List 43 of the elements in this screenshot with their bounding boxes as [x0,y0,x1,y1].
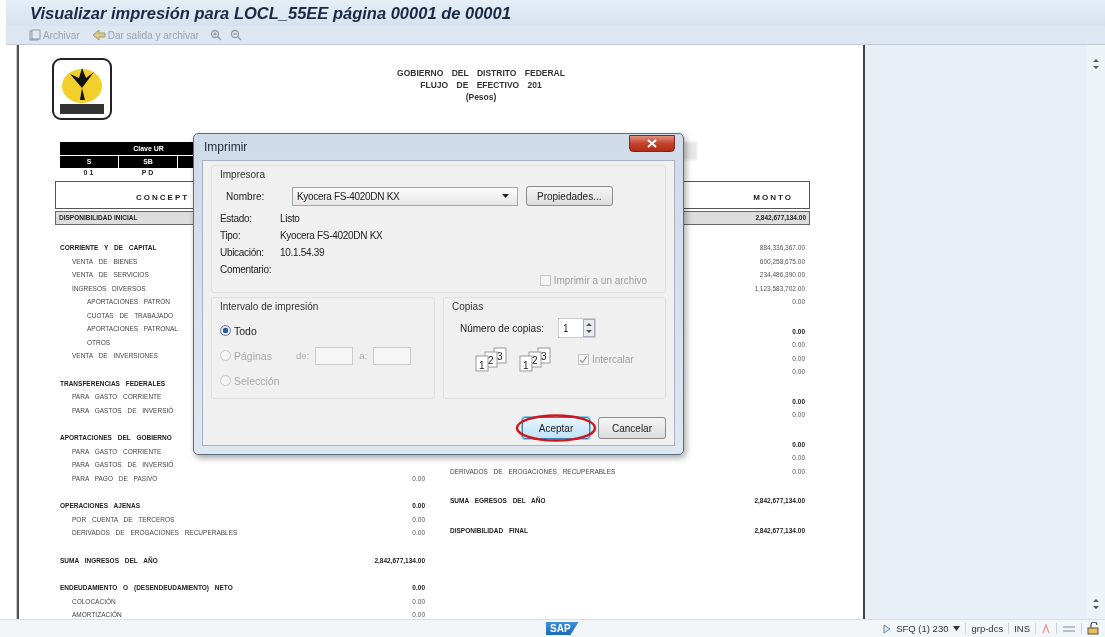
field-label: de: [296,350,310,361]
printer-dropdown[interactable]: Kyocera FS-4020DN KX [292,186,518,206]
emblem-logo-icon [52,58,112,120]
copies-spinner[interactable]: 1 [557,318,596,338]
group-label: Copias [452,301,485,312]
page-to-field[interactable] [373,346,412,365]
column-header: CONCEPT [136,193,190,202]
group-label: Impresora [220,169,266,180]
documents-icon [29,29,41,41]
field-value: Listo [280,213,301,224]
report-heading: (Pesos) [464,91,498,103]
radio-option[interactable]: Todo [220,324,290,337]
field-label: Número de copias: [460,322,544,334]
mode-field: INS [1014,623,1030,634]
caret-icon[interactable] [953,626,961,631]
lock-icon[interactable] [1087,622,1099,635]
server-field: grp-dcs [971,623,1004,634]
field-label: Comentario: [220,264,273,275]
field-label: a: [359,350,368,361]
report-heading: FLUJO DE EFECTIVO 201 [419,79,543,91]
check-icon [579,354,588,364]
close-button[interactable] [629,134,675,152]
play-icon[interactable] [883,623,892,634]
group-label: Intervalo de impresión [220,301,320,312]
field-value: Kyocera FS-4020DN KX [280,230,384,241]
column-header: MONTO [753,193,793,202]
caret-icon [502,194,509,198]
sap-logo: SAP [546,622,579,635]
system-field[interactable]: SFQ (1) 230 [896,623,949,634]
scroll-arrows-icon[interactable] [1092,597,1100,611]
window-title: Visualizar impresión para LOCL_55EE página 00001 de 00001 [30,3,511,23]
cancel-button[interactable]: Cancelar [598,417,666,439]
page-from-field[interactable] [315,346,354,365]
field-label: Tipo: [220,230,242,241]
close-icon [647,138,657,148]
properties-button[interactable]: Propiedades... [526,186,613,206]
field-label: Estado: [220,213,253,224]
arrow-icon [91,29,106,41]
field-label: Ubicación: [220,247,265,258]
scroll-arrows-icon[interactable] [1092,57,1100,71]
report-heading: GOBIERNO DEL DISTRITO FEDERAL [396,67,566,79]
field-value: 10.1.54.39 [280,247,326,258]
field-label: Nombre: [226,190,266,202]
